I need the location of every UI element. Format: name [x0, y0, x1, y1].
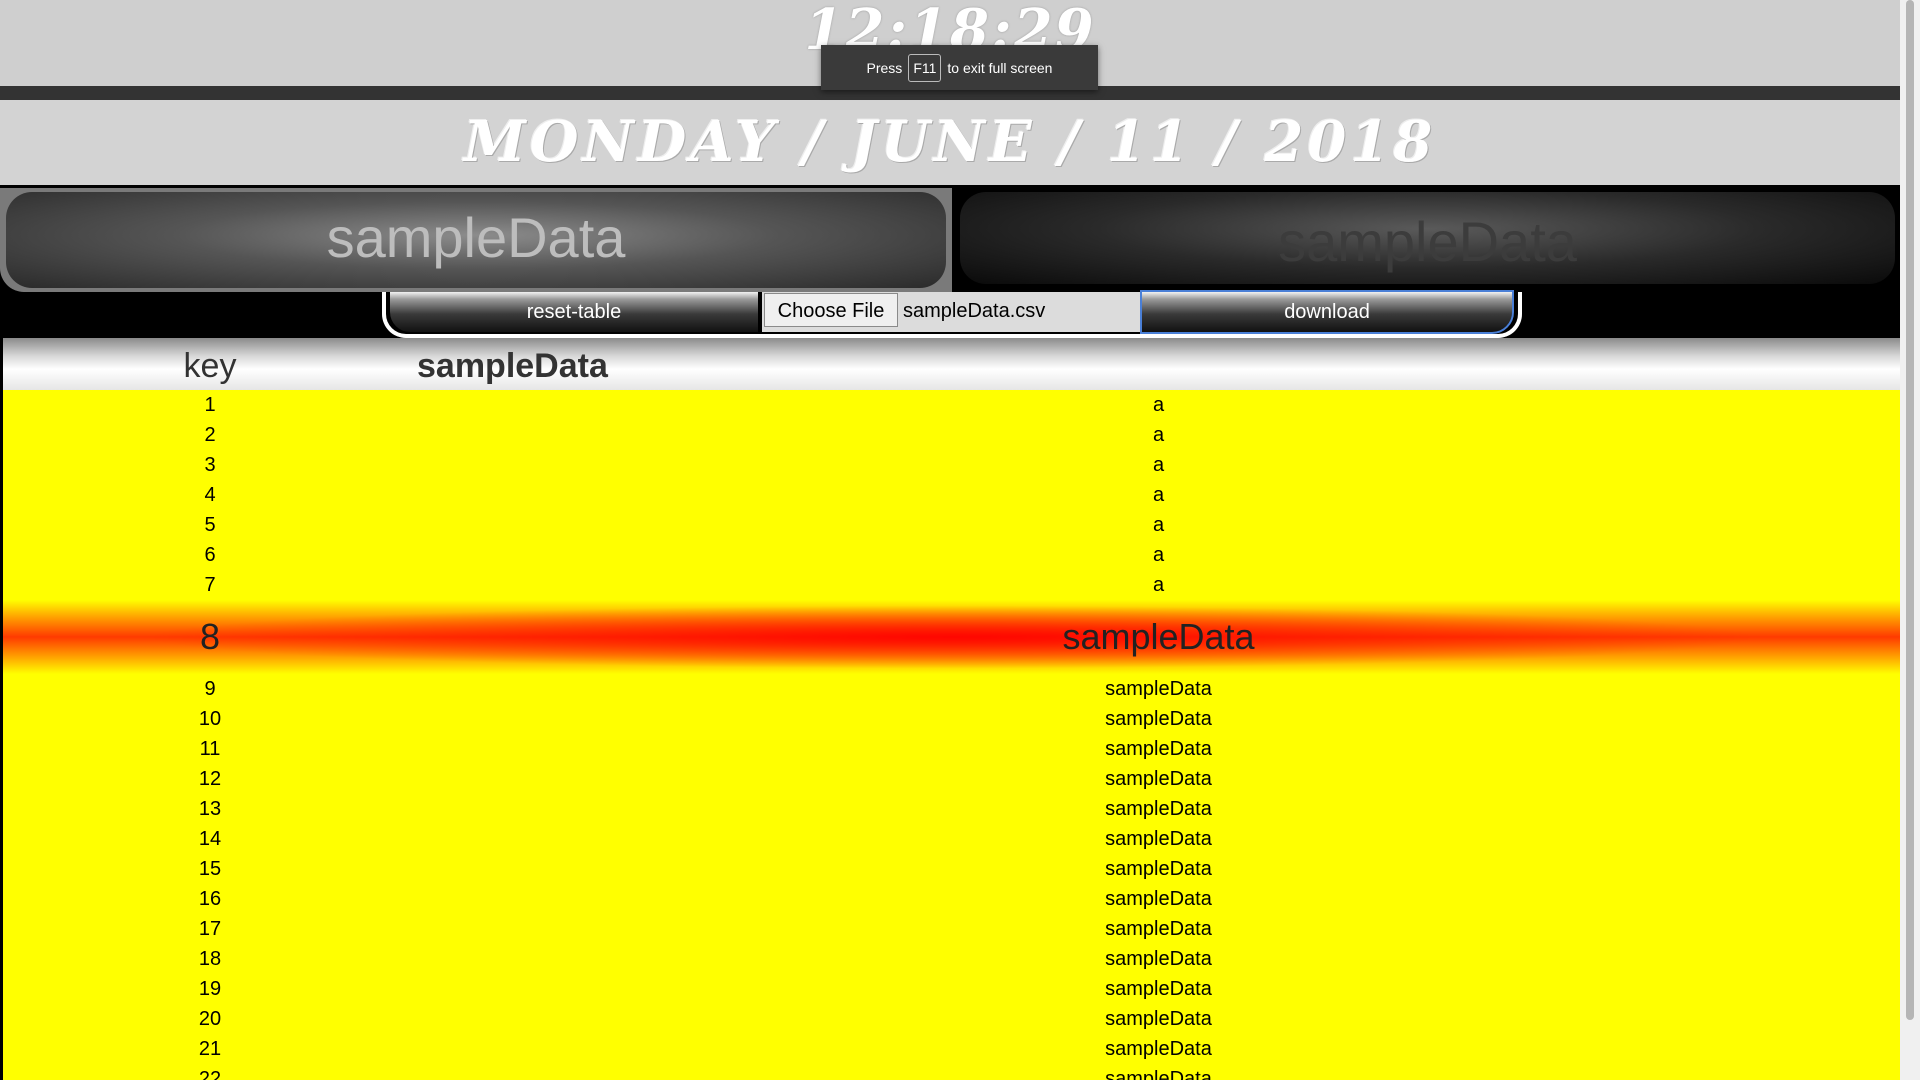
table-row[interactable]: 12 sampleData — [3, 764, 1900, 794]
table-row[interactable]: 9 sampleData — [3, 674, 1900, 704]
table-row[interactable]: 6a — [3, 540, 1900, 570]
date-bar: MONDAY / JUNE / 11 / 2018 — [0, 100, 1900, 185]
cell-value: sampleData — [1105, 828, 1212, 850]
table-row[interactable]: 17 sampleData — [3, 914, 1900, 944]
cell-key: 21 — [198, 1038, 222, 1060]
cell-value: sampleData — [1105, 1008, 1212, 1030]
cell-value: a — [1152, 514, 1165, 536]
date-text: MONDAY / JUNE / 11 / 2018 — [463, 109, 1437, 175]
cell-value: sampleData — [1105, 708, 1212, 730]
cell-value: a — [1152, 424, 1165, 446]
table-row[interactable]: 7a — [3, 570, 1900, 600]
toast-press: Press — [866, 59, 903, 76]
cell-key: 10 — [198, 708, 222, 730]
cell-value: a — [1152, 394, 1165, 416]
table-row[interactable]: 5a — [3, 510, 1900, 540]
table-row[interactable]: 14 sampleData — [3, 824, 1900, 854]
page: 12:18:29 MONDAY / JUNE / 11 / 2018 sampl… — [0, 0, 1900, 1080]
header-sampledata[interactable]: sampleData — [417, 346, 608, 386]
choose-file-button[interactable]: Choose File — [764, 293, 898, 327]
table-row[interactable]: 21 sampleData — [3, 1034, 1900, 1064]
cell-value: sampleData — [1105, 678, 1212, 700]
cell-key: 2 — [204, 424, 216, 446]
tab-label: sampleData — [326, 206, 626, 269]
cell-key: 8 — [199, 616, 221, 657]
cell-key: 20 — [198, 1008, 222, 1030]
cell-key: 7 — [204, 574, 216, 596]
table-row[interactable]: 22 sampleData — [3, 1064, 1900, 1080]
table-row[interactable]: 2a — [3, 420, 1900, 450]
data-table: key sampleData 1 a 2 a 3 a 4 a 5 a 6 a 7 a 8 sampleData… — [3, 338, 1900, 1080]
cell-key: 16 — [198, 888, 222, 910]
table-row[interactable]: 20 sampleData — [3, 1004, 1900, 1034]
download-button[interactable]: download — [1140, 290, 1514, 334]
table-header: key sampleData — [3, 338, 1900, 390]
tab-sampledata-inactive[interactable]: sampleData — [960, 192, 1895, 284]
toast-suffix: to exit full screen — [947, 59, 1053, 76]
cell-value: sampleData — [1105, 948, 1212, 970]
table-row[interactable]: 3a — [3, 450, 1900, 480]
fullscreen-toast: Press F11 to exit full screen — [821, 45, 1098, 90]
cell-value: sampleData — [1105, 1038, 1212, 1060]
cell-key: 18 — [198, 948, 222, 970]
table-row-highlighted[interactable]: 8 sampleData — [3, 600, 1900, 674]
table-row[interactable]: 19 sampleData — [3, 974, 1900, 1004]
cell-value: sampleData — [1105, 1068, 1212, 1080]
cell-key: 11 — [199, 738, 221, 760]
cell-key: 1 — [204, 394, 216, 416]
table-row[interactable]: 11 sampleData — [3, 734, 1900, 764]
table-row[interactable]: 4a — [3, 480, 1900, 510]
cell-key: 9 — [204, 678, 216, 700]
tab-label: sampleData — [1278, 210, 1577, 273]
cell-value: a — [1152, 484, 1165, 506]
cell-key: 3 — [204, 454, 216, 476]
scrollbar-thumb[interactable] — [1906, 0, 1914, 1020]
cell-value: sampleData — [1105, 768, 1212, 790]
cell-key: 4 — [204, 484, 216, 506]
cell-key: 12 — [198, 768, 222, 790]
table-row[interactable]: 15 sampleData — [3, 854, 1900, 884]
table-row[interactable]: 1a — [3, 390, 1900, 420]
cell-value: sampleData — [1105, 918, 1212, 940]
reset-table-button[interactable]: reset-table — [390, 292, 758, 332]
cell-value: a — [1152, 544, 1165, 566]
cell-value: sampleData — [1105, 858, 1212, 880]
table-row[interactable]: 16 sampleData — [3, 884, 1900, 914]
file-name: sampleData.csv — [903, 300, 1046, 322]
f11-key: F11 — [908, 53, 942, 82]
cell-value: a — [1152, 574, 1165, 596]
cell-value: sampleData — [1105, 888, 1212, 910]
cell-key: 14 — [198, 828, 222, 850]
tab-sampledata-active[interactable]: sampleData — [0, 188, 952, 292]
cell-value: sampleData — [1105, 978, 1212, 1000]
cell-key: 13 — [198, 798, 222, 820]
cell-key: 15 — [198, 858, 222, 880]
table-row[interactable]: 18 sampleData — [3, 944, 1900, 974]
table-body: 1 a 2 a 3 a 4 a 5 a 6 a 7 a 8 sampleData 9 sampleData 10 sa… — [3, 390, 1900, 1080]
cell-key: 19 — [198, 978, 222, 1000]
cell-key: 5 — [204, 514, 216, 536]
header-key[interactable]: key — [3, 346, 417, 386]
cell-value: sampleData — [1105, 738, 1212, 760]
cell-value: sampleData — [1105, 798, 1212, 820]
cell-key: 17 — [198, 918, 222, 940]
vertical-scrollbar[interactable] — [1900, 0, 1920, 1080]
cell-key: 6 — [204, 544, 216, 566]
table-row[interactable]: 13 sampleData — [3, 794, 1900, 824]
file-input[interactable]: Choose File sampleData.csv — [762, 292, 1140, 332]
cell-key: 22 — [198, 1068, 222, 1080]
cell-value: a — [1152, 454, 1165, 476]
table-row[interactable]: 10 sampleData — [3, 704, 1900, 734]
cell-value: sampleData — [1062, 616, 1255, 657]
